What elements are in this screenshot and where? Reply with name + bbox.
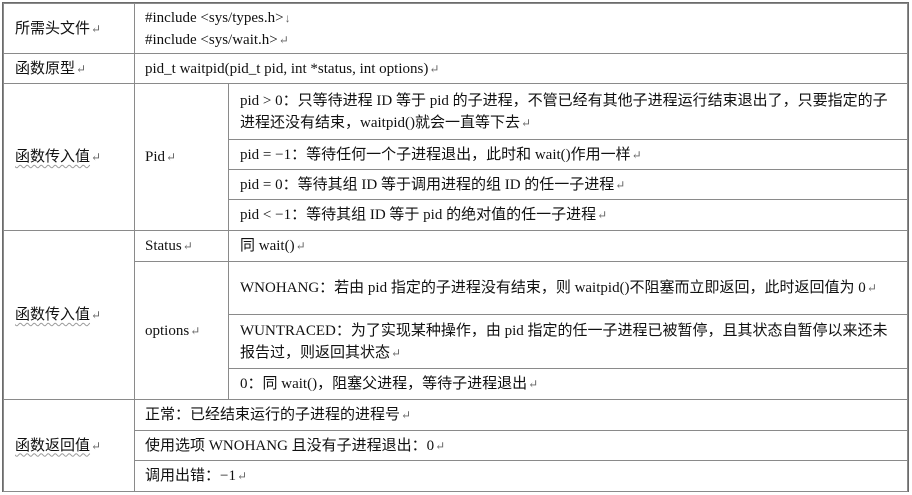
return-desc: 调用出错：−1	[145, 468, 236, 484]
params1-label: 函数传入值	[15, 149, 91, 165]
pid-desc: pid = 0：等待其组 ID 等于调用进程的组 ID 的任一子进程	[240, 176, 615, 193]
waitpid-table: 所需头文件↵ #include <sys/types.h>↓ #include …	[2, 2, 909, 492]
prototype-row: 函数原型↵ pid_t waitpid(pid_t pid, int *stat…	[3, 53, 908, 84]
return-row: 调用出错：−1↵	[4, 460, 908, 492]
header-label: 所需头文件	[15, 20, 91, 37]
return-desc-cell: 使用选项 WNOHANG 且没有子进程退出：0↵	[134, 430, 908, 461]
status-value: 同 wait()	[240, 238, 295, 254]
return-row: 函数返回值↵ 正常：已经结束运行的子进程的进程号↵	[3, 399, 908, 492]
prototype-value-cell: pid_t waitpid(pid_t pid, int *status, in…	[134, 53, 908, 84]
pid-desc: pid > 0：只等待进程 ID 等于 pid 的子进程，不管已经有其他子进程运…	[240, 92, 888, 131]
pid-desc-cell: pid > 0：只等待进程 ID 等于 pid 的子进程，不管已经有其他子进程运…	[228, 83, 908, 140]
header-value-cell: #include <sys/types.h>↓ #include <sys/wa…	[134, 3, 908, 54]
return-desc: 正常：已经结束运行的子进程的进程号	[145, 407, 401, 423]
prototype-label-cell: 函数原型↵	[3, 53, 135, 84]
include-line: #include <sys/types.h>	[145, 9, 284, 26]
options-desc: 0：同 wait()，阻塞父进程，等待子进程退出	[240, 376, 528, 392]
return-row: 使用选项 WNOHANG 且没有子进程退出：0↵	[4, 430, 908, 461]
prototype-label: 函数原型	[15, 60, 76, 77]
header-row: 所需头文件↵ #include <sys/types.h>↓ #include …	[3, 3, 908, 54]
status-row: 函数传入值↵ Status↵ 同 wait()↵	[3, 230, 908, 400]
pid-row: 函数传入值↵ Pid↵ pid > 0：只等待进程 ID 等于 pid 的子进程…	[3, 83, 908, 231]
pid-label-cell: Pid↵	[134, 83, 229, 231]
status-label: Status	[145, 238, 182, 254]
options-row: options↵ WNOHANG：若由 pid 指定的子进程没有结束，则 wai…	[4, 261, 908, 400]
status-value-cell: 同 wait()↵	[228, 230, 908, 262]
status-label-cell: Status↵	[134, 230, 229, 262]
prototype-value: pid_t waitpid(pid_t pid, int *status, in…	[145, 60, 429, 77]
pid-desc: pid = −1：等待任何一个子进程退出，此时和 wait()作用一样	[240, 146, 631, 163]
pid-desc-cell: pid = −1：等待任何一个子进程退出，此时和 wait()作用一样↵	[228, 139, 908, 170]
options-desc-cell: 0：同 wait()，阻塞父进程，等待子进程退出↵	[228, 368, 908, 400]
return-desc: 使用选项 WNOHANG 且没有子进程退出：0	[145, 437, 435, 454]
params1-label-cell: 函数传入值↵	[3, 83, 135, 231]
return-desc-cell: 正常：已经结束运行的子进程的进程号↵	[134, 399, 908, 431]
params2-label-cell: 函数传入值↵	[3, 230, 135, 400]
return-label-cell: 函数返回值↵	[3, 399, 135, 492]
options-desc-cell: WUNTRACED：为了实现某种操作，由 pid 指定的任一子进程已被暂停，且其…	[228, 314, 908, 369]
pid-desc: pid < −1：等待其组 ID 等于 pid 的绝对值的任一子进程	[240, 207, 597, 223]
return-desc-cell: 调用出错：−1↵	[134, 460, 908, 492]
include-line: #include <sys/wait.h>	[145, 31, 278, 48]
options-label: options	[145, 322, 190, 339]
function-reference-table: 所需头文件↵ #include <sys/types.h>↓ #include …	[3, 3, 908, 492]
pid-desc-cell: pid < −1：等待其组 ID 等于 pid 的绝对值的任一子进程↵	[228, 199, 908, 231]
options-desc-cell: WNOHANG：若由 pid 指定的子进程没有结束，则 waitpid()不阻塞…	[228, 261, 908, 315]
header-label-cell: 所需头文件↵	[3, 3, 135, 54]
return-label: 函数返回值	[15, 437, 91, 454]
options-desc: WNOHANG：若由 pid 指定的子进程没有结束，则 waitpid()不阻塞…	[240, 280, 866, 296]
options-label-cell: options↵	[134, 261, 229, 400]
options-desc: WUNTRACED：为了实现某种操作，由 pid 指定的任一子进程已被暂停，且其…	[240, 322, 888, 361]
pid-desc-cell: pid = 0：等待其组 ID 等于调用进程的组 ID 的任一子进程↵	[228, 169, 908, 200]
params2-label: 函数传入值	[15, 307, 91, 323]
pid-label: Pid	[145, 149, 166, 165]
